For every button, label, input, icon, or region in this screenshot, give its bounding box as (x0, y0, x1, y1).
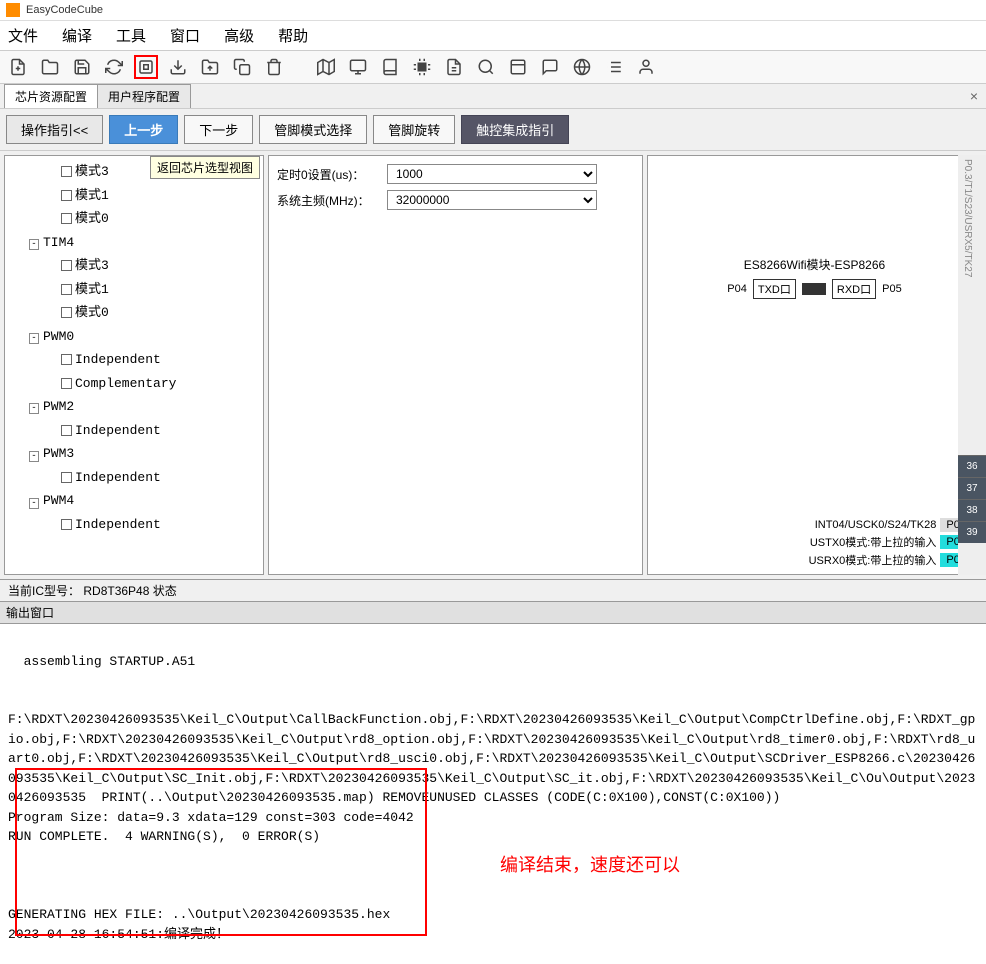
ustx-label: USTX0模式:带上拉的输入 (810, 534, 937, 550)
tab-user-config[interactable]: 用户程序配置 (97, 84, 191, 108)
tree-pwm2[interactable]: -PWM2 (9, 395, 259, 419)
menu-compile[interactable]: 编译 (62, 25, 92, 46)
titlebar: EasyCodeCube (0, 0, 986, 21)
actionbar: 操作指引<< 上一步 下一步 管脚模式选择 管脚旋转 触控集成指引 (0, 108, 986, 151)
tree-item[interactable]: Independent (9, 348, 259, 372)
timer-label: 定时0设置(us)： (277, 166, 387, 183)
pin-row: P04 TXD口 RXD口 P05 (648, 279, 981, 299)
tree-panel: 返回芯片选型视图 模式3 模式1 模式0 -TIM4 模式3 模式1 模式0 -… (4, 155, 264, 575)
app-title: EasyCodeCube (26, 4, 103, 16)
rxd-box: RXD口 (832, 279, 876, 299)
chip-select-icon[interactable] (134, 55, 158, 79)
menu-window[interactable]: 窗口 (170, 25, 200, 46)
book-icon[interactable] (378, 55, 402, 79)
tab-close-icon[interactable]: × (970, 88, 978, 104)
copy-icon[interactable] (230, 55, 254, 79)
tree-item[interactable]: 模式0 (9, 301, 259, 325)
tree-item[interactable]: 模式0 (9, 207, 259, 231)
window-icon[interactable] (506, 55, 530, 79)
tree-item[interactable]: Independent (9, 513, 259, 537)
delete-icon[interactable] (262, 55, 286, 79)
list-icon[interactable] (602, 55, 626, 79)
tree-pwm4[interactable]: -PWM4 (9, 489, 259, 513)
status-label: 当前IC型号： (8, 584, 80, 598)
output-panel: assembling STARTUP.A51 F:\RDXT\202304260… (0, 624, 986, 964)
output-text: assembling STARTUP.A51 F:\RDXT\202304260… (8, 654, 975, 942)
new-icon[interactable] (6, 55, 30, 79)
int-label: INT04/USCK0/S24/TK28 (815, 519, 937, 531)
open-icon[interactable] (38, 55, 62, 79)
prev-button[interactable]: 上一步 (109, 115, 178, 144)
tooltip: 返回芯片选型视图 (150, 156, 260, 179)
refresh-icon[interactable] (102, 55, 126, 79)
mid-panel: 定时0设置(us)： 1000 系统主频(MHz)： 32000000 (268, 155, 643, 575)
tree-item[interactable]: Independent (9, 466, 259, 490)
tree-pwm0[interactable]: -PWM0 (9, 325, 259, 349)
menu-help[interactable]: 帮助 (278, 25, 308, 46)
output-header: 输出窗口 (0, 602, 986, 624)
annotation-text: 编译结束，速度还可以 (500, 852, 680, 879)
app-icon (6, 3, 20, 17)
vstrip-label: P0.3/T1/S23/USRX5/TK27 (958, 155, 977, 455)
monitor-icon[interactable] (346, 55, 370, 79)
user-icon[interactable] (634, 55, 658, 79)
message-icon[interactable] (538, 55, 562, 79)
freq-label: 系统主频(MHz)： (277, 192, 387, 209)
tree-item[interactable]: 模式1 (9, 184, 259, 208)
vstrip: P0.3/T1/S23/USRX5/TK27 36 37 38 39 (958, 155, 986, 575)
module-title: ES8266Wifi模块-ESP8266 (648, 256, 981, 273)
tree-item[interactable]: 模式3 (9, 254, 259, 278)
export-icon[interactable] (198, 55, 222, 79)
tree-item[interactable]: Independent (9, 419, 259, 443)
status-value: RD8T36P48 状态 (83, 584, 176, 598)
vstrip-37: 37 (958, 477, 986, 499)
pin-p05: P05 (882, 283, 902, 295)
freq-select[interactable]: 32000000 (387, 190, 597, 210)
timer-select[interactable]: 1000 (387, 164, 597, 184)
chip-icon (802, 283, 826, 295)
tree-tim4[interactable]: -TIM4 (9, 231, 259, 255)
tabs-row: 芯片资源配置 用户程序配置 × (0, 84, 986, 108)
search-icon[interactable] (474, 55, 498, 79)
menu-advanced[interactable]: 高级 (224, 25, 254, 46)
statusbar: 当前IC型号： RD8T36P48 状态 (0, 580, 986, 602)
guide-button[interactable]: 操作指引<< (6, 115, 103, 144)
menubar: 文件 编译 工具 窗口 高级 帮助 (0, 21, 986, 50)
vstrip-36: 36 (958, 455, 986, 477)
pinmode-button[interactable]: 管脚模式选择 (259, 115, 367, 144)
tree-item[interactable]: 模式1 (9, 278, 259, 302)
pin-p04: P04 (727, 283, 747, 295)
touch-button[interactable]: 触控集成指引 (461, 115, 569, 144)
doc-icon[interactable] (442, 55, 466, 79)
vstrip-38: 38 (958, 499, 986, 521)
map-icon[interactable] (314, 55, 338, 79)
right-panel: ES8266Wifi模块-ESP8266 P04 TXD口 RXD口 P05 I… (647, 155, 982, 575)
tab-chip-config[interactable]: 芯片资源配置 (4, 84, 98, 108)
next-button[interactable]: 下一步 (184, 115, 253, 144)
main-area: 返回芯片选型视图 模式3 模式1 模式0 -TIM4 模式3 模式1 模式0 -… (0, 151, 986, 580)
tree-item[interactable]: Complementary (9, 372, 259, 396)
usrx-label: USRX0模式:带上拉的输入 (809, 552, 937, 568)
txd-box: TXD口 (753, 279, 796, 299)
toolbar (0, 50, 986, 84)
pinrot-button[interactable]: 管脚旋转 (373, 115, 455, 144)
cpu-icon[interactable] (410, 55, 434, 79)
menu-file[interactable]: 文件 (8, 25, 38, 46)
tree-pwm3[interactable]: -PWM3 (9, 442, 259, 466)
download-icon[interactable] (166, 55, 190, 79)
menu-tools[interactable]: 工具 (116, 25, 146, 46)
globe-icon[interactable] (570, 55, 594, 79)
save-icon[interactable] (70, 55, 94, 79)
vstrip-39: 39 (958, 521, 986, 543)
